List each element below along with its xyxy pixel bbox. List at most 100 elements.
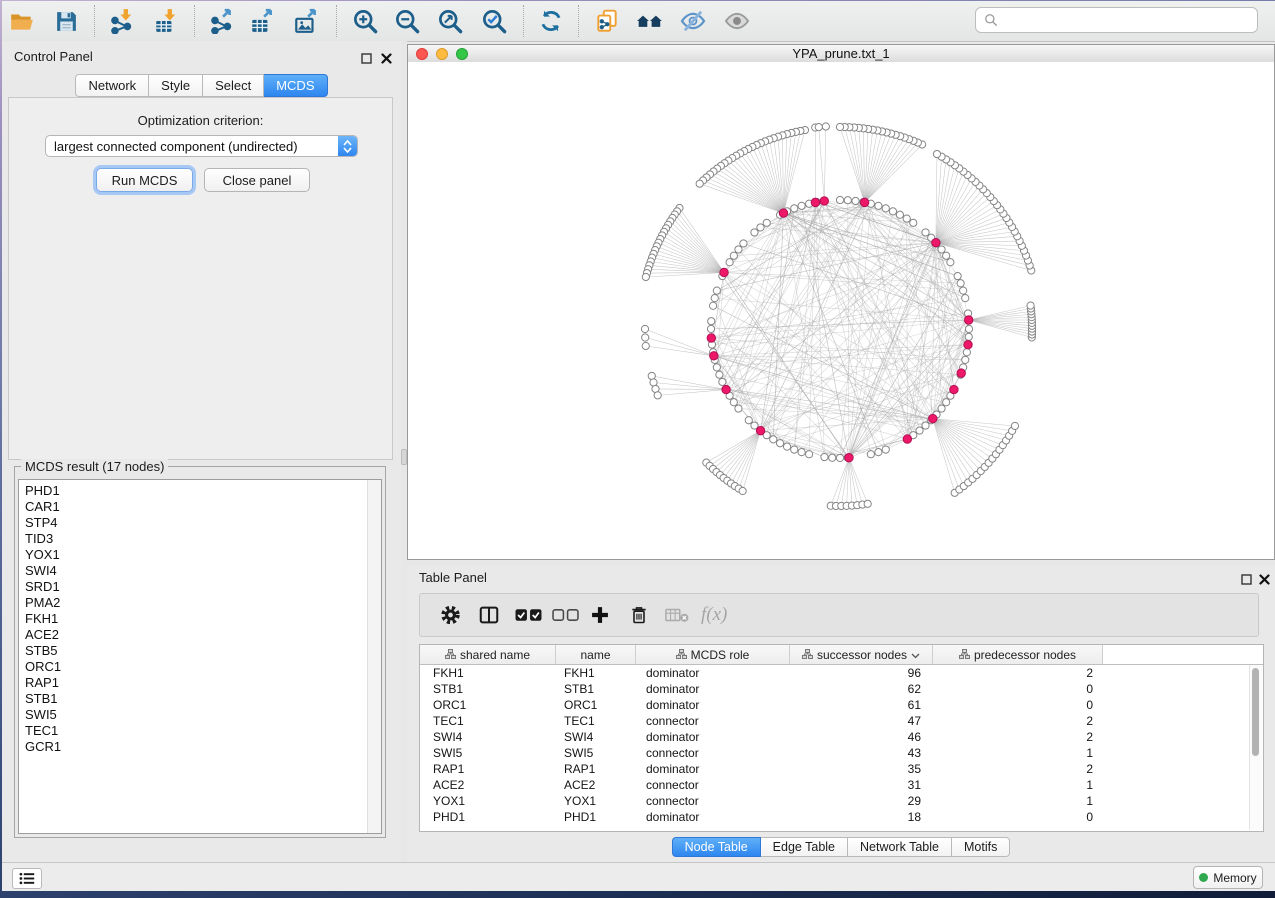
- log-console-button[interactable]: [12, 868, 42, 889]
- settings-gear-icon[interactable]: [440, 605, 461, 626]
- tab-select[interactable]: Select: [203, 74, 264, 97]
- add-column-icon[interactable]: [590, 605, 610, 625]
- float-panel-icon[interactable]: [359, 52, 373, 65]
- mcds-list-scrollbar[interactable]: [367, 480, 381, 833]
- deselect-all-checkboxes-icon[interactable]: [552, 609, 579, 622]
- mcds-result-item[interactable]: FKH1: [19, 611, 381, 627]
- table-cell: 2: [933, 665, 1103, 681]
- app-window: Control Panel NetworkStyleSelectMCDS Opt…: [2, 1, 1275, 890]
- column-header-successor-nodes[interactable]: successor nodes: [790, 645, 933, 664]
- select-all-checkboxes-icon[interactable]: [515, 609, 542, 622]
- mcds-result-item[interactable]: SRD1: [19, 579, 381, 595]
- table-row[interactable]: YOX1YOX1connector291: [420, 793, 1263, 809]
- mcds-result-item[interactable]: ACE2: [19, 627, 381, 643]
- mcds-result-item[interactable]: RAP1: [19, 675, 381, 691]
- table-cell: connector: [636, 777, 790, 793]
- table-body: FKH1FKH1dominator962STB1STB1dominator620…: [420, 665, 1263, 825]
- memory-button[interactable]: Memory: [1193, 866, 1263, 889]
- optimization-criterion-select[interactable]: largest connected component (undirected): [45, 135, 358, 157]
- table-scrollbar-thumb[interactable]: [1252, 668, 1259, 756]
- export-network-icon[interactable]: [204, 5, 240, 37]
- clone-network-icon[interactable]: [589, 5, 625, 37]
- mcds-result-item[interactable]: STB1: [19, 691, 381, 707]
- save-session-icon[interactable]: [48, 5, 84, 37]
- column-header-shared-name[interactable]: shared name: [420, 645, 556, 664]
- table-cell: ACE2: [420, 777, 556, 793]
- table-cell: TEC1: [556, 713, 636, 729]
- table-cell: PHD1: [420, 809, 556, 825]
- table-cell: 18: [790, 809, 933, 825]
- tree-icon: [959, 648, 970, 662]
- column-header-MCDS-role[interactable]: MCDS role: [636, 645, 790, 664]
- column-header-predecessor-nodes[interactable]: predecessor nodes: [933, 645, 1103, 664]
- mcds-result-item[interactable]: TID3: [19, 531, 381, 547]
- mcds-result-item[interactable]: STP4: [19, 515, 381, 531]
- table-toolbar: f(x): [419, 593, 1259, 637]
- table-row[interactable]: RAP1RAP1dominator352: [420, 761, 1263, 777]
- table-row[interactable]: STB1STB1dominator620: [420, 681, 1263, 697]
- first-neighbors-icon[interactable]: [632, 5, 668, 37]
- status-bar: Memory: [2, 862, 1275, 891]
- table-cell: 1: [933, 793, 1103, 809]
- tab-motifs[interactable]: Motifs: [952, 837, 1010, 857]
- mcds-result-list: PHD1CAR1STP4TID3YOX1SWI4SRD1PMA2FKH1ACE2…: [18, 479, 382, 834]
- network-graph: [408, 62, 1274, 559]
- open-file-icon[interactable]: [4, 5, 40, 37]
- import-table-icon[interactable]: [148, 5, 184, 37]
- table-row[interactable]: ORC1ORC1dominator610: [420, 697, 1263, 713]
- zoom-selected-icon[interactable]: [476, 5, 512, 37]
- table-row[interactable]: SWI4SWI4dominator462: [420, 729, 1263, 745]
- mcds-result-item[interactable]: YOX1: [19, 547, 381, 563]
- table-row[interactable]: FKH1FKH1dominator962: [420, 665, 1263, 681]
- export-image-icon[interactable]: [288, 5, 324, 37]
- refresh-layout-icon[interactable]: [533, 5, 569, 37]
- run-mcds-button[interactable]: Run MCDS: [96, 168, 193, 192]
- mcds-result-item[interactable]: TEC1: [19, 723, 381, 739]
- mcds-result-item[interactable]: ORC1: [19, 659, 381, 675]
- tab-edge-table[interactable]: Edge Table: [761, 837, 848, 857]
- table-row[interactable]: PHD1PHD1dominator180: [420, 809, 1263, 825]
- tab-network[interactable]: Network: [75, 74, 149, 97]
- close-panel-icon[interactable]: [379, 52, 393, 65]
- import-network-icon[interactable]: [104, 5, 140, 37]
- mcds-result-item[interactable]: GCR1: [19, 739, 381, 755]
- zoom-in-icon[interactable]: [347, 5, 383, 37]
- float-table-panel-icon[interactable]: [1239, 573, 1253, 586]
- tab-style[interactable]: Style: [149, 74, 203, 97]
- table-row[interactable]: ACE2ACE2connector311: [420, 777, 1263, 793]
- show-all-eye-icon[interactable]: [719, 5, 755, 37]
- export-table-icon[interactable]: [244, 5, 280, 37]
- mcds-result-item[interactable]: SWI4: [19, 563, 381, 579]
- table-cell: 2: [933, 761, 1103, 777]
- table-cell: 47: [790, 713, 933, 729]
- close-panel-button[interactable]: Close panel: [204, 168, 310, 192]
- zoom-out-icon[interactable]: [389, 5, 425, 37]
- table-row[interactable]: SWI5SWI5connector431: [420, 745, 1263, 761]
- mcds-result-item[interactable]: CAR1: [19, 499, 381, 515]
- tab-node-table[interactable]: Node Table: [672, 837, 761, 857]
- table-scrollbar[interactable]: [1249, 665, 1262, 830]
- network-window-titlebar[interactable]: YPA_prune.txt_1: [408, 45, 1274, 63]
- zoom-fit-icon[interactable]: [432, 5, 468, 37]
- delete-column-trash-icon[interactable]: [629, 605, 649, 625]
- tab-mcds[interactable]: MCDS: [264, 74, 327, 97]
- table-cell: FKH1: [420, 665, 556, 681]
- table-cell: 96: [790, 665, 933, 681]
- column-header-name[interactable]: name: [556, 645, 636, 664]
- close-table-panel-icon[interactable]: [1257, 573, 1271, 586]
- mcds-result-item[interactable]: PMA2: [19, 595, 381, 611]
- table-cell: dominator: [636, 681, 790, 697]
- mcds-result-item[interactable]: STB5: [19, 643, 381, 659]
- mcds-result-item[interactable]: SWI5: [19, 707, 381, 723]
- delete-table-icon-disabled: [665, 607, 689, 623]
- table-row[interactable]: TEC1TEC1connector472: [420, 713, 1263, 729]
- tab-network-table[interactable]: Network Table: [848, 837, 952, 857]
- table-cell: 43: [790, 745, 933, 761]
- hide-selected-eye-icon[interactable]: [675, 5, 711, 37]
- search-input[interactable]: [1004, 12, 1257, 29]
- table-cell: dominator: [636, 809, 790, 825]
- network-canvas[interactable]: [408, 62, 1274, 559]
- column-layout-icon[interactable]: [478, 604, 500, 626]
- mcds-result-item[interactable]: PHD1: [19, 480, 381, 499]
- table-panel-tabs: Node TableEdge TableNetwork TableMotifs: [407, 837, 1275, 857]
